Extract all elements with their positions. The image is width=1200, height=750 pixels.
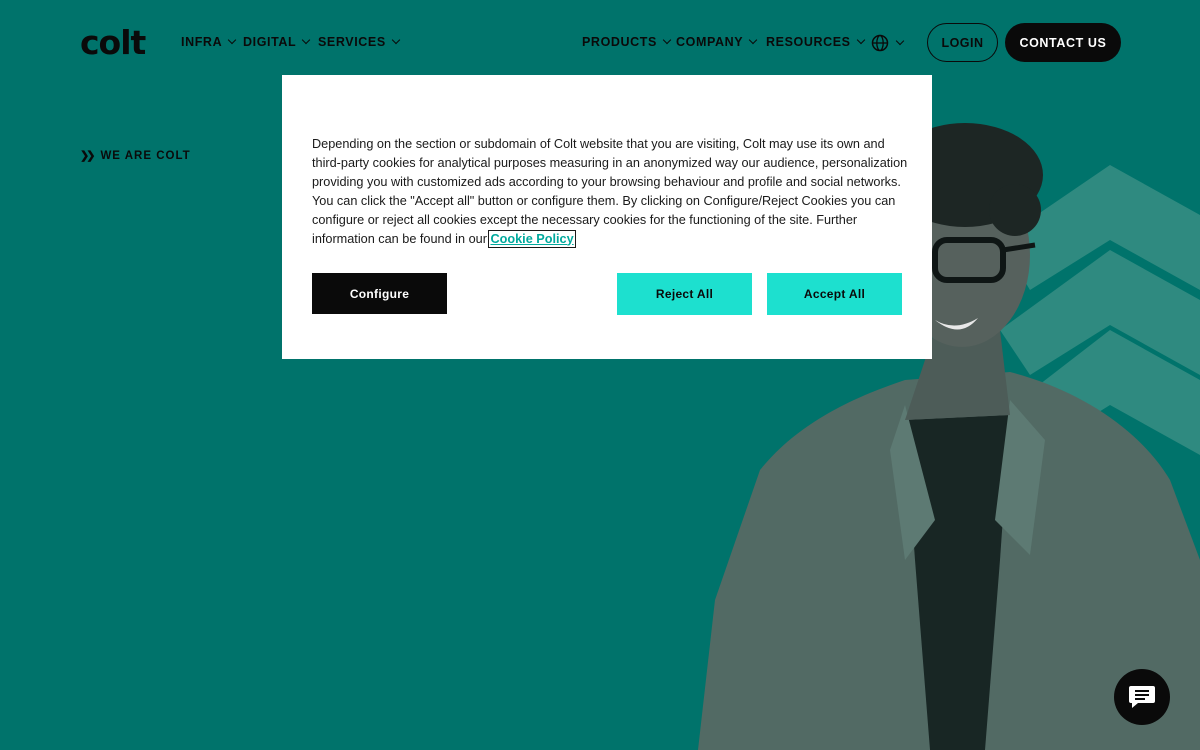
nav-services[interactable]: SERVICES: [318, 35, 401, 49]
nav-label: DIGITAL: [243, 35, 297, 49]
nav-products[interactable]: PRODUCTS: [582, 35, 672, 49]
colt-logo[interactable]: colt: [80, 26, 146, 59]
contact-us-button[interactable]: CONTACT US: [1005, 23, 1121, 62]
eyebrow-label: WE ARE COLT: [100, 149, 191, 162]
nav-label: RESOURCES: [766, 35, 851, 49]
cookie-policy-link[interactable]: Cookie Policy: [488, 229, 576, 248]
chevron-down-icon: [662, 35, 672, 45]
cookie-consent-dialog: Depending on the section or subdomain of…: [282, 75, 932, 359]
nav-infra[interactable]: INFRA: [181, 35, 237, 49]
language-selector[interactable]: [871, 34, 905, 52]
chevron-down-icon: [391, 35, 401, 45]
nav-label: COMPANY: [676, 35, 744, 49]
nav-digital[interactable]: DIGITAL: [243, 35, 311, 49]
nav-resources[interactable]: RESOURCES: [766, 35, 865, 49]
hero-eyebrow: ❯❯ WE ARE COLT: [80, 149, 191, 163]
configure-button[interactable]: Configure: [312, 273, 447, 314]
chat-button[interactable]: [1114, 669, 1170, 725]
nav-label: PRODUCTS: [582, 35, 657, 49]
chevron-down-icon: [227, 35, 237, 45]
chevron-down-icon: [856, 35, 865, 45]
language-chevron: [895, 36, 905, 46]
chevron-down-icon: [895, 36, 905, 46]
double-chevron-icon: ❯❯: [80, 150, 96, 162]
cookie-description-text: Depending on the section or subdomain of…: [312, 137, 908, 246]
globe-icon: [871, 34, 889, 52]
nav-label: INFRA: [181, 35, 223, 49]
nav-company[interactable]: COMPANY: [676, 35, 758, 49]
reject-all-button[interactable]: Reject All: [617, 273, 752, 315]
chat-icon: [1129, 686, 1155, 708]
cookie-description: Depending on the section or subdomain of…: [312, 135, 908, 248]
site-header: colt INFRA DIGITAL SERVICES PRODUCTS COM…: [0, 0, 1200, 86]
nav-label: SERVICES: [318, 35, 386, 49]
chevron-down-icon: [748, 35, 758, 45]
login-button[interactable]: LOGIN: [927, 23, 998, 62]
accept-all-button[interactable]: Accept All: [767, 273, 902, 315]
chevron-down-icon: [302, 35, 311, 45]
